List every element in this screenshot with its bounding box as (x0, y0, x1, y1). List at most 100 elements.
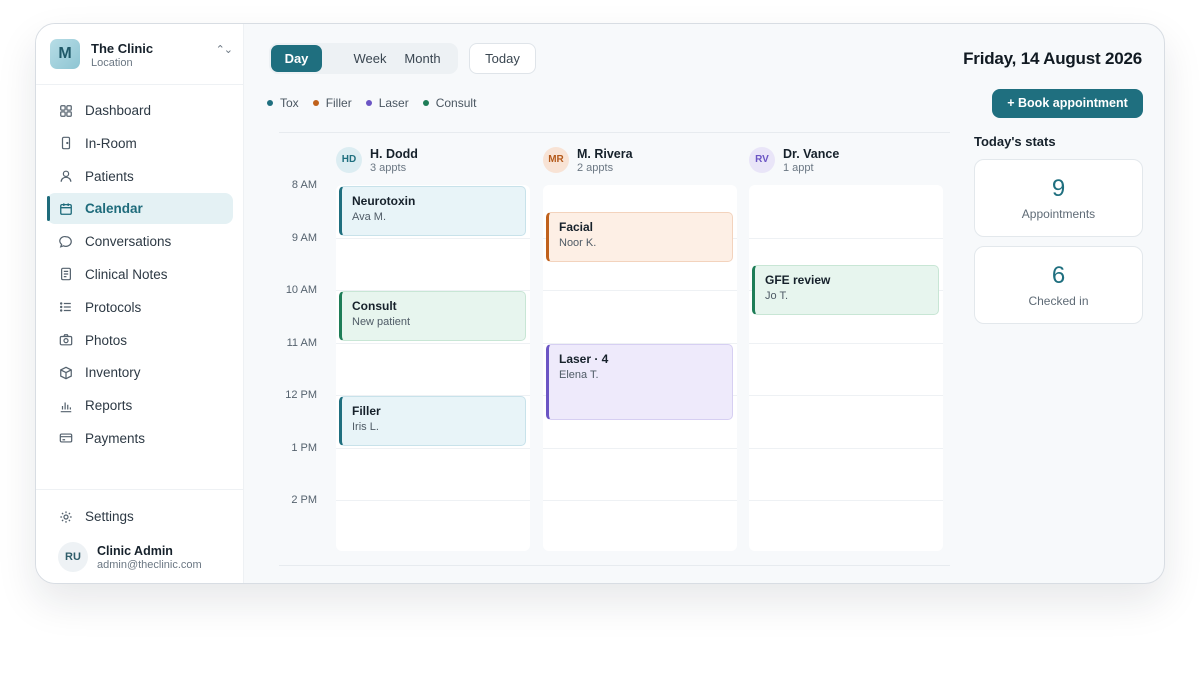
user-email: admin@theclinic.com (97, 559, 202, 571)
calendar-bottom-border (279, 565, 950, 566)
provider-name: H. Dodd (370, 147, 418, 161)
stat-value: 9 (1051, 175, 1066, 202)
time-label: 2 PM (291, 494, 317, 506)
hour-gridline (543, 447, 737, 449)
hour-gridline (749, 500, 943, 501)
provider-name: Dr. Vance (783, 147, 840, 161)
hour-gridline (543, 500, 737, 501)
grid-icon (59, 104, 73, 118)
sidebar-item-payments[interactable]: Payments (47, 423, 233, 454)
provider-appt-count: 3 appts (370, 162, 407, 174)
legend-item: Consult (422, 96, 476, 110)
tab-day[interactable]: Day (271, 45, 322, 72)
bar-chart-icon (59, 399, 73, 413)
appointment-title: Consult (352, 299, 397, 313)
book-appointment-button[interactable]: + Book appointment (992, 89, 1143, 118)
page-title: Friday, 14 August 2026 (963, 49, 1142, 68)
legend-label: Tox (280, 96, 299, 110)
legend-item: Filler (312, 96, 352, 110)
stat-card: 6 Checked in (974, 246, 1143, 324)
sidebar-nav: Dashboard In-Room Patients Calendar Conversa… (47, 95, 233, 456)
appointment-card[interactable]: Neurotoxin Ava M. (339, 186, 526, 236)
hour-gridline (749, 342, 943, 344)
time-label: 12 PM (285, 389, 317, 401)
provider-name: M. Rivera (577, 147, 633, 161)
clinic-name: The Clinic (91, 41, 154, 56)
appointment-patient: Ava M. (352, 211, 387, 223)
chevron-up-down-icon[interactable]: ⌃⌄ (216, 43, 233, 56)
hour-gridline (543, 290, 737, 291)
door-icon (59, 136, 73, 150)
sidebar-item-clinical-notes[interactable]: Clinical Notes (47, 259, 233, 290)
user-name: Clinic Admin (97, 544, 173, 558)
hour-gridline (336, 342, 530, 344)
provider-header: HD H. Dodd 3 appts (336, 147, 530, 177)
hour-gridline (336, 500, 530, 501)
appointment-patient: Elena T. (559, 368, 599, 381)
appointment-title: Filler (352, 404, 381, 418)
clinic-subtitle: Location (91, 57, 133, 69)
view-switcher: Day Week Month (269, 43, 458, 74)
appointment-title: Neurotoxin (352, 194, 416, 208)
avatar: MR (543, 147, 569, 173)
sidebar-divider (36, 489, 244, 490)
appointment-card[interactable]: Laser · 4 Elena T. (546, 343, 733, 420)
sidebar-item-protocols[interactable]: Protocols (47, 292, 233, 323)
appointment-patient: Noor K. (559, 237, 597, 250)
appointment-card[interactable]: Facial Noor K. (546, 212, 733, 263)
sidebar-item-reports[interactable]: Reports (47, 390, 233, 421)
legend-item: Laser (365, 96, 409, 110)
sidebar-item-label: Protocols (85, 299, 142, 315)
sidebar-item-label: Inventory (85, 365, 141, 381)
user-icon (59, 169, 73, 183)
appointment-patient: Iris L. (352, 421, 379, 433)
sidebar-item-label: Reports (85, 398, 133, 414)
appointment-card[interactable]: Consult New patient (339, 291, 526, 341)
note-icon (59, 267, 73, 281)
provider-column[interactable]: Facial Noor K. Laser · 4 Elena T. (543, 185, 737, 551)
provider-appt-count: 2 appts (577, 162, 614, 174)
provider-column[interactable]: GFE review Jo T. (749, 185, 943, 551)
settings-label: Settings (85, 509, 134, 524)
sidebar-item-conversations[interactable]: Conversations (47, 226, 233, 257)
appointment-type-legend: Tox Filler Laser Consult (267, 96, 490, 110)
time-label: 1 PM (291, 441, 317, 454)
sidebar-item-label: Clinical Notes (85, 266, 168, 282)
tab-month[interactable]: Month (389, 45, 456, 72)
hour-gridline (749, 395, 943, 396)
today-button[interactable]: Today (469, 43, 536, 74)
hour-gridline (749, 237, 943, 239)
clinic-switcher[interactable]: M The Clinic Location ⌃⌄ (50, 39, 233, 71)
settings-button[interactable]: Settings (47, 501, 233, 532)
sidebar-item-calendar[interactable]: Calendar (47, 193, 233, 225)
appointment-title: Laser · 4 (559, 351, 609, 366)
sidebar-item-label: Conversations (85, 234, 172, 250)
box-icon (59, 366, 73, 380)
sidebar-item-photos[interactable]: Photos (47, 325, 233, 356)
stats-title: Today's stats (974, 134, 1056, 149)
appointment-patient: Jo T. (765, 289, 789, 302)
avatar: RU (58, 542, 88, 572)
sidebar-item-in-room[interactable]: In-Room (47, 128, 233, 159)
time-label: 10 AM (285, 284, 317, 296)
sidebar-item-patients[interactable]: Patients (47, 161, 233, 192)
sidebar: M The Clinic Location ⌃⌄ Dashboard In-Roo… (36, 24, 244, 583)
appointment-card[interactable]: Filler Iris L. (339, 396, 526, 446)
legend-dot (422, 100, 429, 106)
provider-column[interactable]: Neurotoxin Ava M. Consult New patient Filler… (336, 185, 530, 551)
sidebar-item-inventory[interactable]: Inventory (47, 357, 233, 388)
user-profile[interactable]: RU Clinic Admin admin@theclinic.com (58, 542, 228, 574)
appointment-patient: New patient (352, 316, 411, 328)
avatar: HD (336, 147, 362, 173)
avatar: RV (749, 147, 775, 173)
time-label: 8 AM (291, 179, 317, 191)
calendar-icon (59, 202, 73, 216)
legend-label: Filler (325, 96, 352, 110)
appointment-card[interactable]: GFE review Jo T. (752, 264, 939, 315)
list-icon (59, 300, 73, 314)
sidebar-item-dashboard[interactable]: Dashboard (47, 95, 233, 126)
time-label: 11 AM (286, 336, 317, 349)
calendar-top-border (279, 132, 950, 133)
app-window: M The Clinic Location ⌃⌄ Dashboard In-Roo… (35, 23, 1165, 584)
sidebar-item-settings[interactable]: Settings (47, 501, 233, 534)
